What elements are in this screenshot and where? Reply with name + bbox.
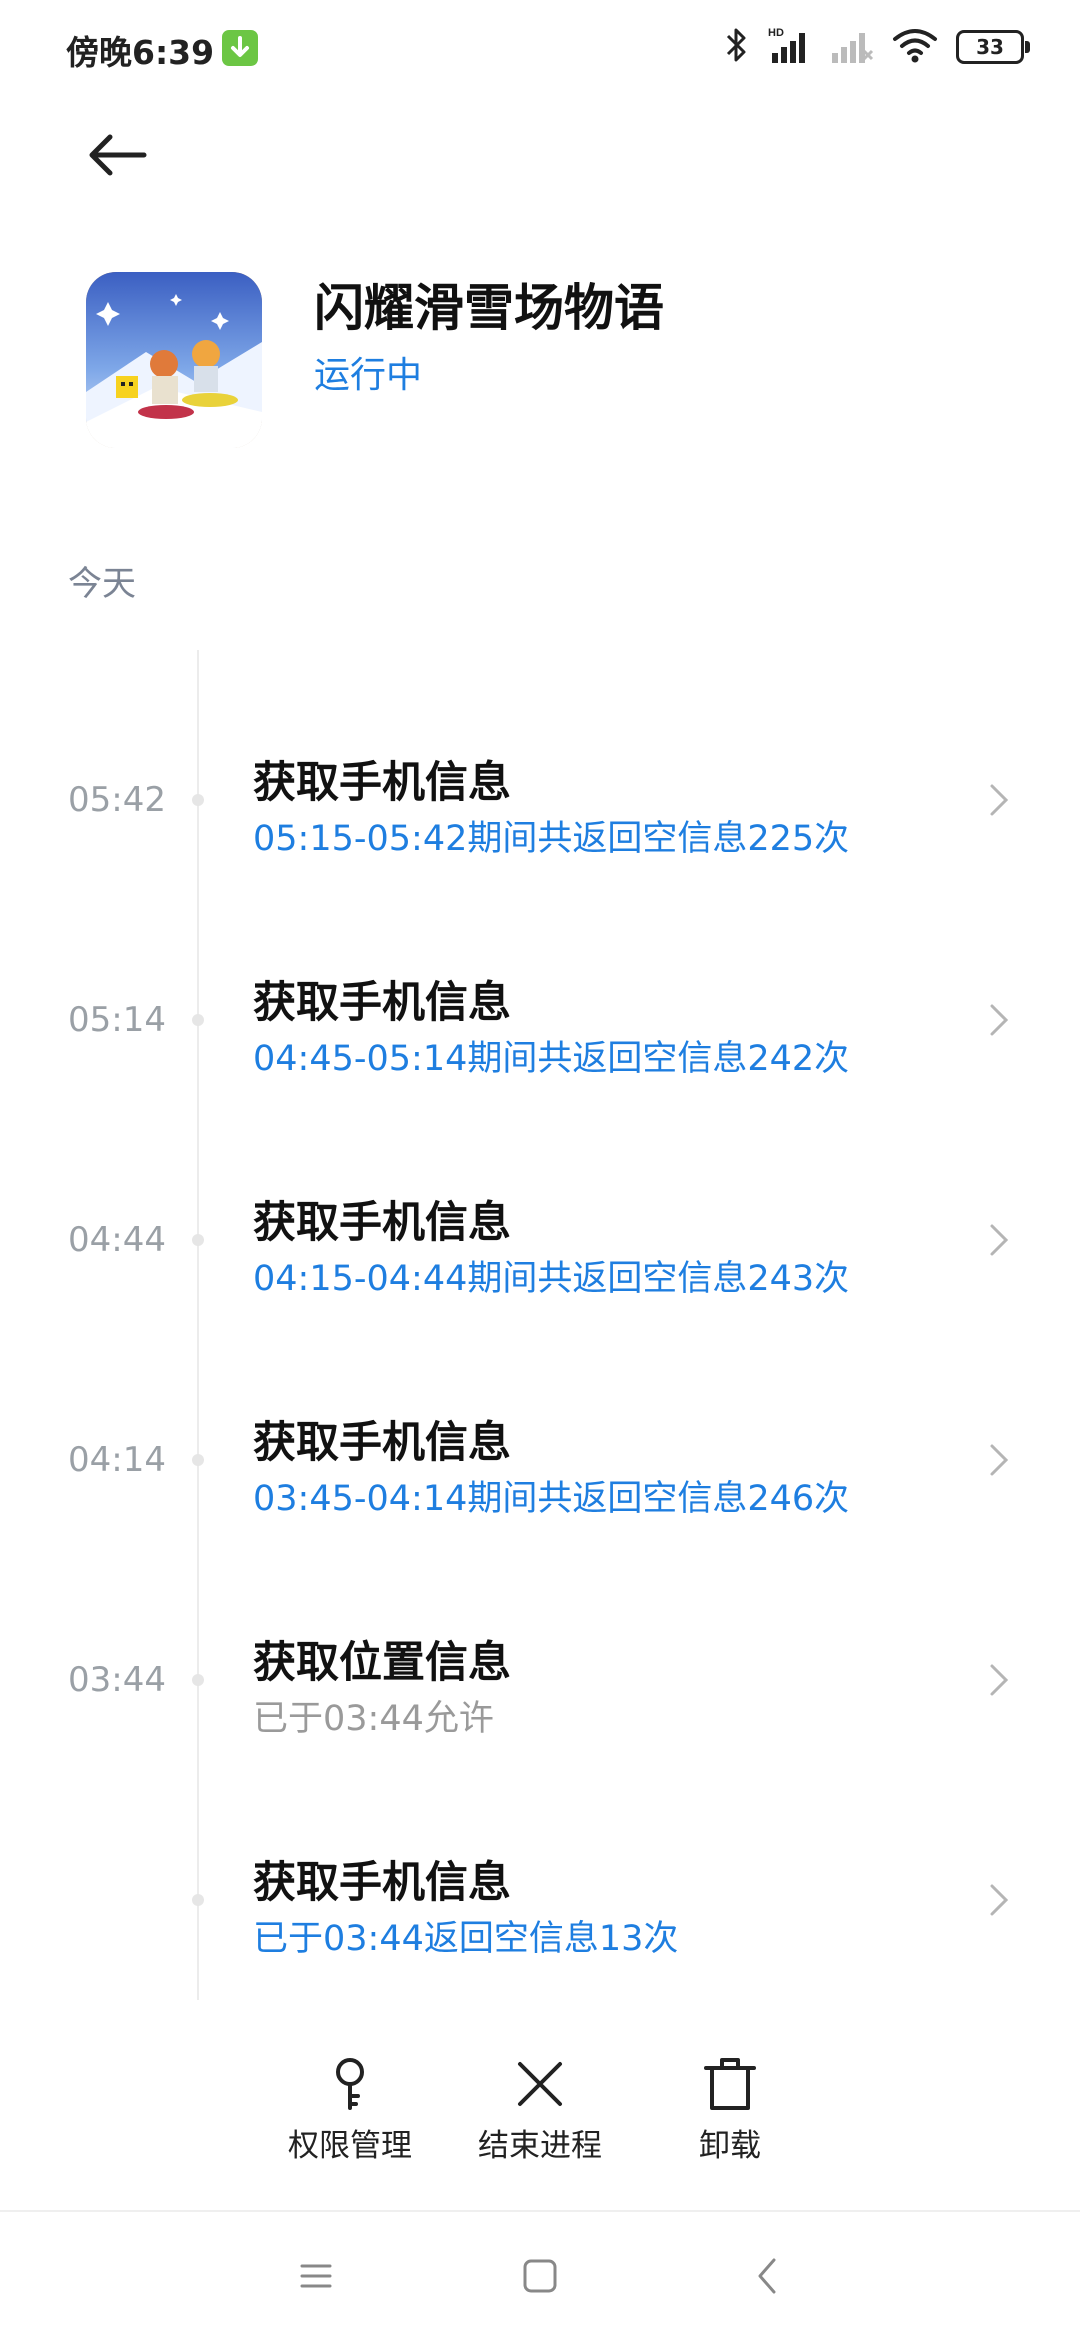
timeline-subtitle: 04:15-04:44期间共返回空信息243次	[253, 1259, 850, 1299]
timeline-title: 获取手机信息	[253, 1858, 511, 1908]
system-nav-bar	[0, 2212, 1080, 2340]
timeline-time: 05:42	[68, 780, 166, 820]
status-icons: HD 33	[724, 22, 1030, 72]
timeline-subtitle: 03:45-04:14期间共返回空信息246次	[253, 1479, 850, 1519]
app-behavior-page: 傍晚6:39 HD 33 闪耀滑雪场物语 运行中 今天 05:42 获取手机信息…	[0, 0, 1080, 2340]
svg-text:HD: HD	[768, 27, 784, 39]
timeline-item[interactable]: 04:14 获取手机信息 03:45-04:14期间共返回空信息246次	[0, 1360, 1080, 1560]
timeline-title: 获取手机信息	[253, 1198, 511, 1248]
timeline-dot	[192, 1674, 204, 1686]
key-icon	[336, 2058, 364, 2110]
back-button[interactable]	[76, 120, 156, 190]
battery-icon: 33	[956, 30, 1030, 64]
timeline-time: 04:44	[68, 1220, 166, 1260]
timeline-subtitle: 04:45-05:14期间共返回空信息242次	[253, 1039, 850, 1079]
permissions-label: 权限管理	[288, 2128, 412, 2164]
app-running-status: 运行中	[314, 355, 423, 396]
back-arrow-icon	[89, 134, 147, 176]
timeline-subtitle: 05:15-05:42期间共返回空信息225次	[253, 819, 850, 859]
chevron-right-icon	[990, 1444, 1009, 1476]
permissions-button[interactable]: 权限管理	[265, 2040, 435, 2190]
section-label-today: 今天	[68, 564, 136, 604]
timeline-item[interactable]: 03:44 获取位置信息 已于03:44允许	[0, 1580, 1080, 1780]
uninstall-button[interactable]: 卸载	[645, 2040, 815, 2190]
timeline-title: 获取位置信息	[253, 1638, 511, 1688]
timeline-subtitle: 已于03:44返回空信息13次	[253, 1919, 679, 1959]
timeline-dot	[192, 794, 204, 806]
timeline-item[interactable]: 05:14 获取手机信息 04:45-05:14期间共返回空信息242次	[0, 920, 1080, 1120]
timeline-item[interactable]: 05:42 获取手机信息 05:15-05:42期间共返回空信息225次	[0, 700, 1080, 900]
end-process-label: 结束进程	[478, 2128, 602, 2164]
chevron-right-icon	[990, 1664, 1009, 1696]
signal-icon	[830, 25, 874, 69]
trash-icon	[704, 2058, 756, 2110]
chevron-right-icon	[990, 784, 1009, 816]
status-time: 傍晚6:39	[66, 33, 215, 72]
timeline-subtitle: 已于03:44允许	[253, 1699, 494, 1739]
status-bar: 傍晚6:39 HD 33	[0, 0, 1080, 96]
timeline-item[interactable]: 04:44 获取手机信息 04:15-04:44期间共返回空信息243次	[0, 1140, 1080, 1340]
timeline-title: 获取手机信息	[253, 1418, 511, 1468]
end-process-button[interactable]: 结束进程	[455, 2040, 625, 2190]
app-icon	[86, 272, 262, 448]
wifi-icon	[892, 25, 938, 69]
back-nav-icon[interactable]	[738, 2246, 798, 2306]
timeline-time: 03:44	[68, 1660, 166, 1700]
download-icon	[222, 30, 258, 66]
timeline-dot	[192, 1894, 204, 1906]
timeline-dot	[192, 1454, 204, 1466]
chevron-right-icon	[990, 1224, 1009, 1256]
timeline-item[interactable]: 获取手机信息 已于03:44返回空信息13次	[0, 1800, 1080, 2000]
timeline-time: 04:14	[68, 1440, 166, 1480]
timeline-dot	[192, 1014, 204, 1026]
app-name: 闪耀滑雪场物语	[314, 279, 664, 337]
chevron-right-icon	[990, 1004, 1009, 1036]
battery-level: 33	[976, 35, 1004, 59]
uninstall-label: 卸载	[699, 2128, 761, 2164]
timeline-title: 获取手机信息	[253, 978, 511, 1028]
close-icon	[518, 2062, 562, 2106]
hd-signal-icon: HD	[768, 25, 812, 69]
menu-icon[interactable]	[286, 2246, 346, 2306]
bottom-actions: 权限管理 结束进程 卸载	[0, 2040, 1080, 2200]
timeline-dot	[192, 1234, 204, 1246]
bluetooth-icon	[724, 25, 750, 69]
chevron-right-icon	[990, 1884, 1009, 1916]
timeline-title: 获取手机信息	[253, 758, 511, 808]
timeline-time: 05:14	[68, 1000, 166, 1040]
home-square-icon[interactable]	[510, 2246, 570, 2306]
